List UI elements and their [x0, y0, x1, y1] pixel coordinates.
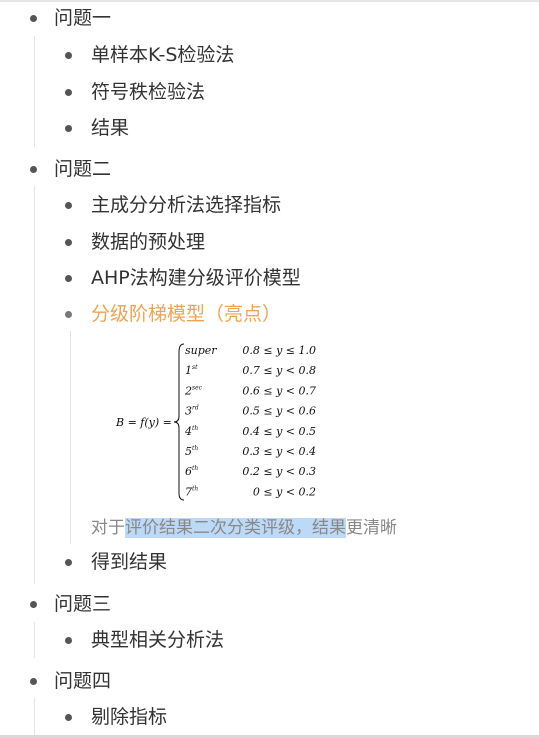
formula-range: 0.4 ≤ y < 0.5: [242, 425, 316, 438]
formula-grade-suffix: st: [192, 364, 198, 371]
bullet-icon: [65, 558, 72, 566]
formula-range: 0.3 ≤ y < 0.4: [242, 445, 316, 458]
formula-range: 0.8 ≤ y ≤ 1.0: [242, 344, 316, 357]
formula-grade: 6: [185, 465, 192, 478]
formula-range: 0.2 ≤ y < 0.3: [242, 465, 316, 478]
outline-guide-highlight: [70, 331, 71, 544]
outline-item-label: 分级阶梯模型（亮点）: [91, 303, 282, 325]
formula-grade: 3: [185, 405, 192, 418]
bullet-icon: [30, 14, 37, 22]
outline-subitem[interactable]: 单样本K-S检验法: [65, 43, 234, 67]
outline-subitem[interactable]: 剔除指标: [65, 705, 167, 729]
outline-item-label: 典型相关分析法: [91, 629, 225, 651]
formula-grade: 2: [184, 384, 192, 397]
top-divider: [0, 0, 539, 2]
bullet-icon: [65, 201, 72, 209]
outline-subitem[interactable]: 得到结果: [65, 550, 167, 574]
annotation-note[interactable]: 对于评价结果二次分类评级，结果更清晰: [91, 514, 397, 542]
formula-grade-suffix: th: [192, 485, 198, 492]
formula-range: 0.5 ≤ y < 0.6: [242, 405, 316, 418]
outline-subitem[interactable]: 符号秩检验法: [65, 80, 205, 104]
outline-item-label: 数据的预处理: [91, 231, 206, 253]
outline-item-q4[interactable]: 问题四: [30, 669, 111, 693]
formula-grade: 4: [184, 425, 192, 438]
outline-guide-q1: [34, 36, 35, 147]
bullet-icon: [30, 165, 37, 173]
formula-grade-suffix: th: [192, 425, 198, 432]
outline-item-label: 符号秩检验法: [91, 81, 206, 103]
note-suffix: 更清晰: [346, 518, 397, 538]
bullet-icon: [65, 636, 72, 644]
bullet-icon: [65, 274, 72, 282]
outline-subitem[interactable]: 主成分分析法选择指标: [65, 193, 281, 217]
outline-item-q1[interactable]: 问题一: [30, 6, 111, 30]
text-selection[interactable]: 评价结果二次分类评级，结果: [125, 518, 346, 538]
bullet-icon: [65, 713, 72, 721]
outline-subitem-highlight[interactable]: 分级阶梯模型（亮点）: [65, 302, 281, 326]
outline-subitem[interactable]: AHP法构建分级评价模型: [65, 266, 301, 290]
formula-grade: 5: [185, 445, 192, 458]
bullet-icon: [65, 238, 72, 246]
bullet-icon: [30, 677, 37, 685]
outline-item-label: 问题一: [54, 7, 112, 29]
outline-item-label: 结果: [91, 117, 130, 139]
outline-subitem[interactable]: 数据的预处理: [65, 230, 205, 254]
outline-subitem[interactable]: 结果: [65, 116, 129, 140]
bullet-icon: [65, 51, 72, 59]
outline-guide-q2: [34, 186, 35, 584]
outline-item-label: 问题四: [54, 670, 112, 692]
formula-grade-suffix: rd: [192, 405, 199, 412]
outline-guide-q3: [34, 622, 35, 658]
formula-grade-suffix: th: [192, 465, 198, 472]
outline-item-label: 剔除指标: [91, 706, 168, 728]
outline-item-label: 得到结果: [91, 551, 168, 573]
outline-item-label: AHP法构建分级评价模型: [91, 267, 301, 289]
piecewise-formula: B = f(y) = super 0.8 ≤ y ≤ 1.0 1 st 0.7 ≤ y …: [115, 343, 316, 501]
outline-item-label: 单样本K-S检验法: [91, 44, 235, 66]
formula-grade: 1: [185, 364, 192, 377]
outline-item-label: 问题二: [54, 158, 112, 180]
formula-brace: [173, 343, 185, 501]
formula-lhs: B = f(y) =: [115, 416, 172, 429]
bullet-icon: [65, 310, 72, 318]
outline-item-q2[interactable]: 问题二: [30, 157, 111, 181]
outline-item-q3[interactable]: 问题三: [30, 592, 111, 616]
formula-range: 0.7 ≤ y < 0.8: [242, 364, 316, 377]
outline-subitem[interactable]: 典型相关分析法: [65, 628, 224, 652]
outline-item-label: 问题三: [54, 593, 112, 615]
formula-range: 0.6 ≤ y < 0.7: [242, 384, 316, 397]
note-prefix: 对于: [91, 518, 125, 538]
formula-grade: 7: [185, 485, 192, 498]
formula-grade: super: [185, 344, 217, 357]
formula-grade-suffix: th: [192, 445, 198, 452]
bullet-icon: [65, 124, 72, 132]
bullet-icon: [65, 88, 72, 96]
outline-guide-q4: [34, 698, 35, 735]
bullet-icon: [30, 600, 37, 608]
formula-range: 0 ≤ y < 0.2: [253, 485, 316, 498]
formula-grade-suffix: sec: [192, 384, 203, 391]
outline-item-label: 主成分分析法选择指标: [91, 194, 282, 216]
